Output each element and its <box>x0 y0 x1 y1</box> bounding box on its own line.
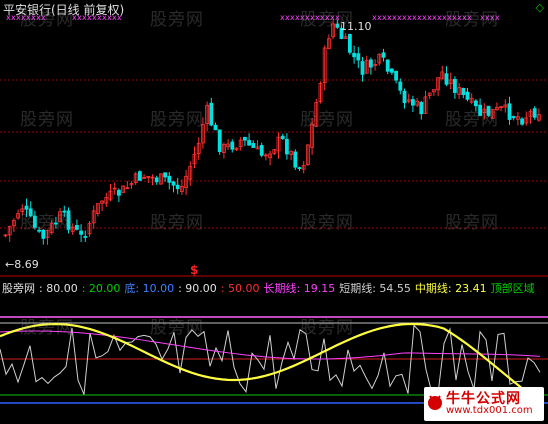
candle-body <box>137 171 142 181</box>
candle-body <box>251 143 256 148</box>
candle-body <box>532 108 537 118</box>
candle-body <box>247 140 252 146</box>
candle-body <box>259 145 264 156</box>
watermark: 股旁网 <box>300 110 354 130</box>
candle-body <box>209 102 214 126</box>
bull-logo-icon <box>428 395 442 410</box>
buy-signal-marker: $ <box>190 263 198 277</box>
candle-body <box>83 236 88 238</box>
candle-body <box>356 53 361 61</box>
candle-body <box>389 68 394 73</box>
candle-body <box>217 129 222 153</box>
candle-body <box>242 136 247 141</box>
watermark: 股旁网 <box>150 318 204 338</box>
candle-body <box>79 230 83 235</box>
watermark: 股旁网 <box>300 10 354 30</box>
candle-body <box>75 225 79 230</box>
candle-body <box>297 167 302 169</box>
candle-body <box>171 181 176 186</box>
candle-body <box>213 124 218 131</box>
watermark: 股旁网 <box>20 213 74 233</box>
site-badge-url: www.tdx001.com <box>446 405 533 416</box>
candle-body <box>444 73 449 85</box>
indicator-value-1: : 20.00 <box>81 282 121 295</box>
candle-body <box>293 151 298 168</box>
candle-body <box>402 90 407 104</box>
candle-body <box>167 175 172 183</box>
watermark: 股旁网 <box>20 110 74 130</box>
candle-body <box>419 101 424 115</box>
indicator-values-bar: 股旁网 : 80.00: 20.00 底: 10.00: 90.00: 50.00 长… <box>2 280 535 296</box>
candle-body <box>368 59 373 68</box>
candle-body <box>230 141 235 150</box>
watermark: 股旁网 <box>300 318 354 338</box>
watermark: 股旁网 <box>300 213 354 233</box>
candle-body <box>381 52 386 58</box>
watermark: 股旁网 <box>445 110 499 130</box>
candle-body <box>507 103 512 120</box>
candle-body <box>117 189 121 196</box>
candle-body <box>465 91 470 100</box>
watermark: 股旁网 <box>20 10 74 30</box>
short-term-line <box>0 324 541 395</box>
candle-body <box>347 33 352 53</box>
watermark: 股旁网 <box>150 10 204 30</box>
candle-body <box>360 61 365 75</box>
indicator-value-5: 长期线: 19.15 <box>263 282 336 295</box>
indicator-value-6: 短期线: 54.55 <box>339 282 411 295</box>
candle-body <box>154 177 159 183</box>
candle-body <box>163 172 168 178</box>
indicator-value-0: : 80.00 <box>39 282 78 295</box>
indicator-value-3: : 90.00 <box>178 282 217 295</box>
indicator-name: 股旁网 <box>2 282 35 295</box>
watermark: 股旁网 <box>445 10 499 30</box>
candle-body <box>394 70 399 81</box>
low-price-label: ←8.69 <box>5 258 39 271</box>
diamond-icon[interactable]: ◇ <box>536 1 544 14</box>
candle-body <box>461 88 466 96</box>
indicator-value-7: 中期线: 23.41 <box>414 282 487 295</box>
watermark: 股旁网 <box>445 213 499 233</box>
candle-body <box>511 116 516 119</box>
watermark: 股旁网 <box>150 110 204 130</box>
indicator-value-4: : 50.00 <box>220 282 260 295</box>
candle-body <box>520 118 524 125</box>
candle-body <box>280 135 285 140</box>
candle-body <box>385 59 390 72</box>
candle-body <box>352 52 357 58</box>
candle-body <box>410 99 415 106</box>
candle-body <box>398 81 403 91</box>
indicator-value-8: 顶部区域 <box>490 282 535 295</box>
indicator-value-2: 底: 10.00 <box>124 282 175 295</box>
candle-body <box>284 138 289 155</box>
candle-body <box>175 184 180 190</box>
watermark: 股旁网 <box>150 213 204 233</box>
site-badge[interactable]: 牛牛公式网 www.tdx001.com <box>424 387 544 421</box>
watermark: 股旁网 <box>20 318 74 338</box>
candle-body <box>452 78 457 93</box>
